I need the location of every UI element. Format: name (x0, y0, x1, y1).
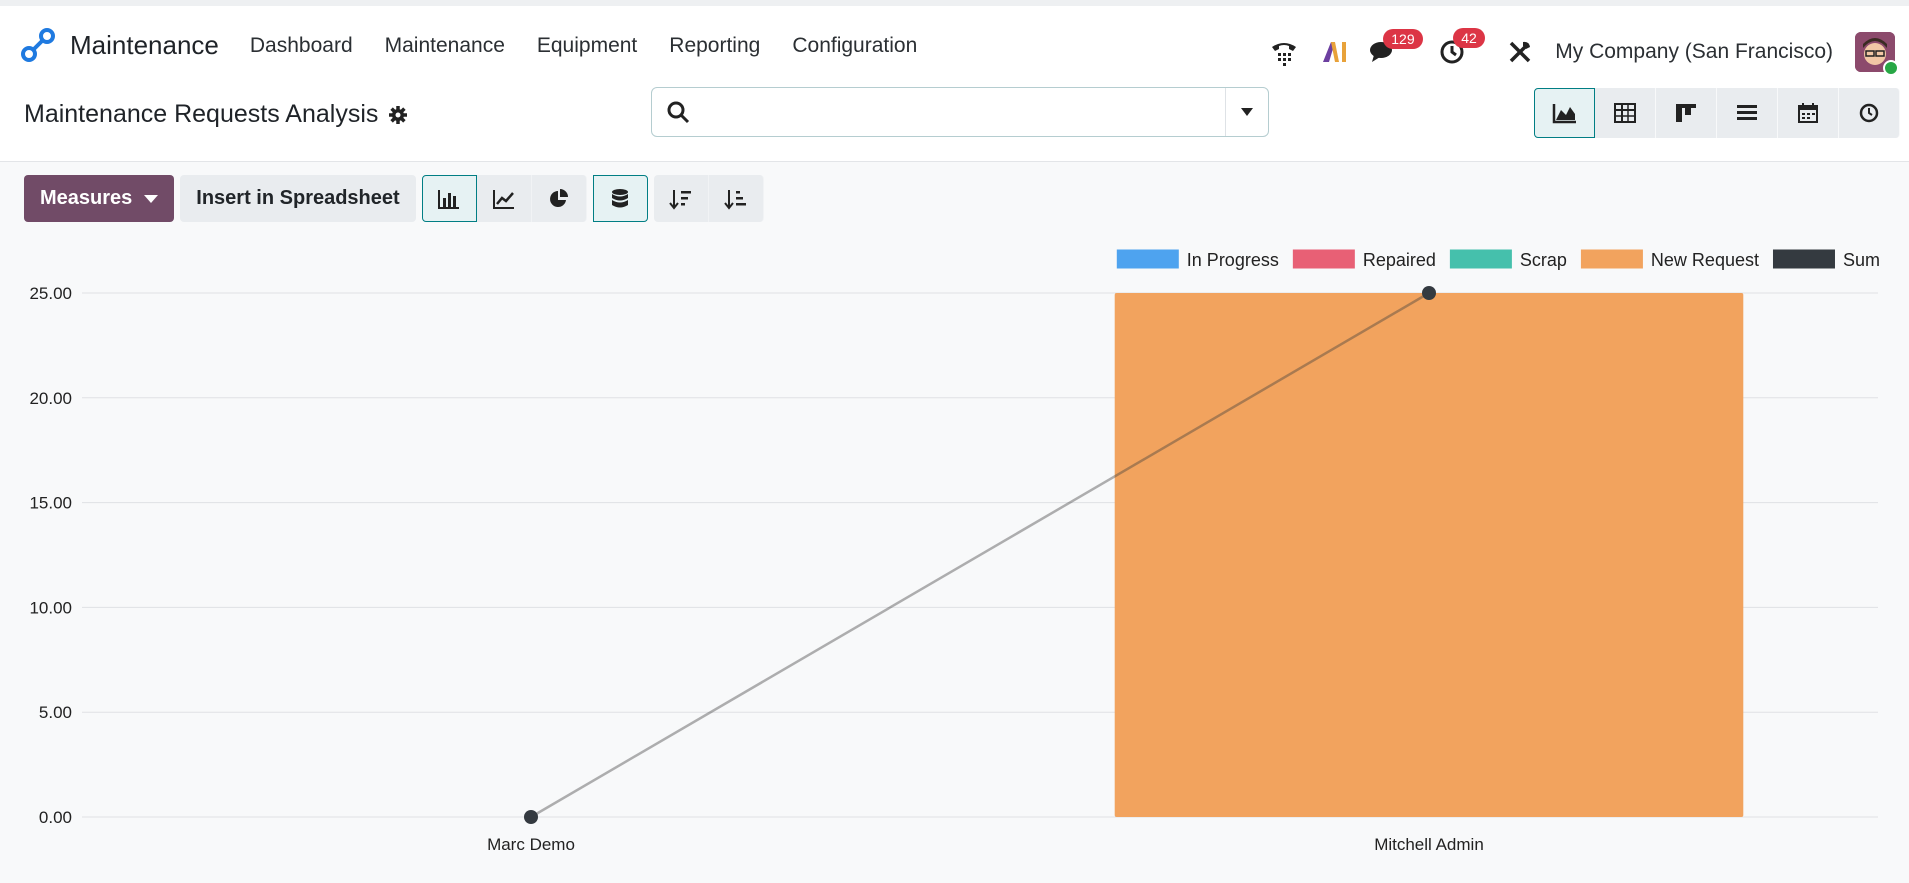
insert-spreadsheet-button[interactable]: Insert in Spreadsheet (180, 175, 416, 222)
view-list-button[interactable] (1717, 88, 1778, 138)
legend-swatch (1116, 249, 1179, 269)
legend-label: In Progress (1187, 250, 1279, 270)
legend-label: New Request (1651, 250, 1759, 270)
main-menu: Dashboard Maintenance Equipment Reportin… (250, 34, 949, 58)
company-switcher[interactable]: My Company (San Francisco) (1555, 40, 1833, 64)
search-bar (651, 87, 1269, 137)
control-panel: Maintenance Requests Analysis (0, 85, 1909, 162)
measures-label: Measures (40, 187, 133, 209)
graph-chart: 0.00 5.00 10.00 15.00 20.00 25.00 Marc Demo Mit… (29, 249, 1880, 854)
legend-swatch (1772, 249, 1835, 269)
y-tick-label: 20.00 (29, 389, 72, 408)
legend-swatch (1292, 249, 1355, 269)
gear-icon[interactable] (388, 105, 408, 125)
x-tick-label: Marc Demo (487, 835, 575, 854)
legend-label: Repaired (1363, 250, 1436, 270)
menu-configuration[interactable]: Configuration (792, 34, 917, 58)
sum-point (524, 810, 538, 824)
view-graph-button[interactable] (1534, 88, 1595, 138)
activities-clock-icon[interactable]: 42 (1439, 27, 1485, 66)
list-icon (1737, 105, 1757, 120)
ai-icon[interactable] (1321, 40, 1347, 64)
clock-icon (1859, 103, 1879, 123)
tools-icon[interactable] (1507, 39, 1533, 65)
y-tick-label: 25.00 (29, 284, 72, 303)
view-pivot-button[interactable] (1595, 88, 1656, 138)
app-logo-icon (21, 27, 55, 62)
view-activity-button[interactable] (1839, 88, 1900, 138)
line-chart-button[interactable] (476, 175, 532, 222)
messages-badge: 129 (1383, 28, 1423, 49)
kanban-icon (1676, 104, 1696, 122)
legend-label: Sum (1843, 250, 1880, 270)
menu-dashboard[interactable]: Dashboard (250, 34, 353, 58)
menu-equipment[interactable]: Equipment (537, 34, 637, 58)
page-title: Maintenance Requests Analysis (24, 100, 408, 129)
table-icon (1614, 103, 1636, 123)
area-chart-icon (1552, 104, 1576, 124)
sort-group (653, 175, 764, 222)
messages-icon[interactable]: 129 (1369, 28, 1423, 65)
x-tick-label: Mitchell Admin (1374, 835, 1484, 854)
page-title-text: Maintenance Requests Analysis (24, 100, 379, 128)
systray: 129 42 My Company (San Francisco) (1269, 12, 1909, 91)
sort-ascending-button[interactable] (708, 175, 764, 222)
legend-label: Scrap (1520, 250, 1567, 270)
database-icon (612, 188, 629, 207)
bar-chart-button[interactable] (421, 175, 477, 222)
view-calendar-button[interactable] (1778, 88, 1839, 138)
stacked-button[interactable] (592, 175, 648, 222)
bar-chart-icon (438, 189, 460, 209)
y-tick-label: 10.00 (29, 598, 72, 617)
line-chart-icon (492, 189, 514, 209)
menu-reporting[interactable]: Reporting (669, 34, 760, 58)
menu-maintenance[interactable]: Maintenance (385, 34, 505, 58)
measures-button[interactable]: Measures (24, 175, 175, 222)
search-options-toggle[interactable] (1225, 88, 1268, 136)
pie-chart-button[interactable] (531, 175, 587, 222)
online-status-dot (1883, 59, 1899, 76)
caret-down-icon (1241, 108, 1253, 116)
pie-chart-icon (549, 188, 568, 207)
phone-icon[interactable] (1269, 38, 1299, 66)
sort-descending-button[interactable] (653, 175, 709, 222)
view-switcher (1534, 88, 1900, 138)
view-kanban-button[interactable] (1656, 88, 1717, 138)
user-avatar[interactable] (1855, 31, 1899, 76)
y-tick-label: 15.00 (29, 494, 72, 513)
bar-new-request (1114, 293, 1744, 817)
app-title: Maintenance (70, 30, 219, 60)
app-brand[interactable]: Maintenance (20, 27, 219, 64)
sort-ascending-icon (723, 189, 746, 210)
top-navbar: Maintenance Dashboard Maintenance Equipm… (0, 0, 1909, 85)
activities-badge: 42 (1453, 27, 1485, 48)
legend-swatch (1449, 249, 1512, 269)
sort-descending-icon (668, 189, 691, 210)
search-input[interactable] (690, 88, 1225, 136)
caret-down-icon (144, 194, 159, 203)
y-tick-label: 0.00 (39, 808, 72, 827)
y-tick-label: 5.00 (39, 703, 72, 722)
legend-swatch (1580, 249, 1643, 269)
chart-type-group (421, 175, 587, 222)
graph-toolbar: Measures Insert in Spreadsheet (24, 175, 764, 222)
calendar-icon (1798, 103, 1818, 123)
search-icon (667, 101, 690, 124)
stacked-group (592, 175, 648, 222)
sum-point (1422, 286, 1436, 300)
